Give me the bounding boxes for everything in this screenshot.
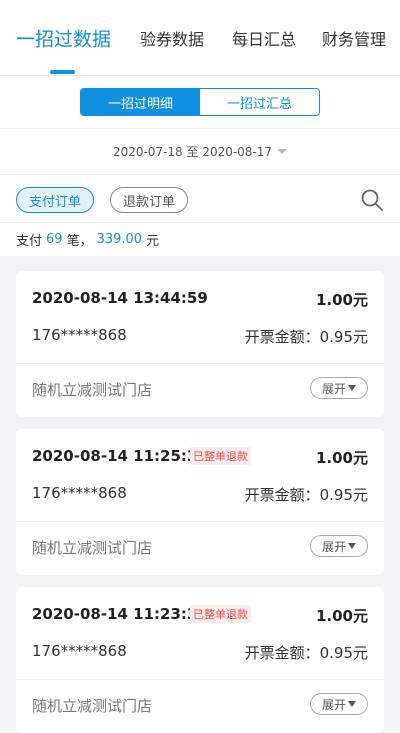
- store-name: 随机立减测试门店: [32, 381, 153, 399]
- invoice-amount: 开票金额：0.95元: [244, 328, 368, 346]
- segmented-control: 一招过明细 一招过汇总: [80, 88, 320, 116]
- filter-bar: 支付订单 退款订单: [0, 174, 400, 222]
- expand-label: 展开: [321, 539, 346, 554]
- refund-badge: 已整单退款: [190, 605, 251, 623]
- filter-paid-orders[interactable]: 支付订单: [16, 187, 95, 213]
- active-tab-indicator: [50, 70, 75, 74]
- summary-amount-unit: 元: [146, 234, 160, 249]
- order-time: 2020-08-14 13:44:59: [32, 289, 208, 307]
- caret-down-icon: [348, 385, 356, 391]
- segment-detail[interactable]: 一招过明细: [81, 89, 200, 115]
- expand-label: 展开: [321, 381, 346, 396]
- top-tab-bar: 一招过数据 验券数据 每日汇总 财务管理: [0, 0, 400, 76]
- segment-bar: 一招过明细 一招过汇总: [0, 76, 400, 128]
- order-card[interactable]: 2020-08-14 11:25:37 已整单退款 1.00元 176*****…: [16, 429, 384, 575]
- expand-button[interactable]: 展开: [310, 535, 368, 557]
- order-amount: 1.00元: [315, 449, 368, 467]
- summary-prefix: 支付: [16, 234, 43, 249]
- summary-count-unit: 笔，: [66, 234, 93, 249]
- order-phone: 176*****868: [32, 484, 127, 502]
- order-card[interactable]: 2020-08-14 13:44:59 1.00元 176*****868 开票…: [16, 271, 384, 417]
- caret-down-icon: [277, 149, 288, 154]
- expand-button[interactable]: 展开: [310, 377, 368, 399]
- refund-badge: 已整单退款: [190, 447, 251, 465]
- tab-yizhaoguo-data[interactable]: 一招过数据: [16, 25, 111, 52]
- invoice-amount: 开票金额：0.95元: [244, 486, 368, 504]
- store-name: 随机立减测试门店: [32, 697, 153, 715]
- search-icon[interactable]: [360, 188, 384, 212]
- order-amount: 1.00元: [315, 291, 368, 309]
- card-divider: [16, 363, 384, 364]
- invoice-amount: 开票金额：0.95元: [244, 644, 368, 662]
- caret-down-icon: [348, 701, 356, 707]
- order-card[interactable]: 2020-08-14 11:23:37 已整单退款 1.00元 176*****…: [16, 587, 384, 733]
- expand-button[interactable]: 展开: [310, 693, 368, 715]
- summary-amount: 339.00: [96, 232, 143, 247]
- filter-refund-orders[interactable]: 退款订单: [110, 187, 189, 213]
- card-divider: [16, 521, 384, 522]
- expand-label: 展开: [321, 697, 346, 712]
- caret-down-icon: [348, 543, 356, 549]
- order-phone: 176*****868: [32, 642, 127, 660]
- order-summary: 支付 69 笔， 339.00 元: [0, 222, 400, 256]
- tab-finance[interactable]: 财务管理: [322, 26, 386, 50]
- order-amount: 1.00元: [315, 607, 368, 625]
- store-name: 随机立减测试门店: [32, 539, 153, 557]
- date-range-picker[interactable]: 2020-07-18 至 2020-08-17: [0, 128, 400, 174]
- order-phone: 176*****868: [32, 326, 127, 344]
- order-time: 2020-08-14 11:25:37: [32, 447, 208, 465]
- tab-daily-summary[interactable]: 每日汇总: [232, 26, 296, 50]
- segment-summary[interactable]: 一招过汇总: [200, 89, 319, 115]
- date-range-text: 2020-07-18 至 2020-08-17: [112, 145, 273, 159]
- order-time: 2020-08-14 11:23:37: [32, 605, 208, 623]
- card-divider: [16, 679, 384, 680]
- tab-coupon-data[interactable]: 验券数据: [140, 26, 204, 50]
- summary-count: 69: [46, 232, 63, 247]
